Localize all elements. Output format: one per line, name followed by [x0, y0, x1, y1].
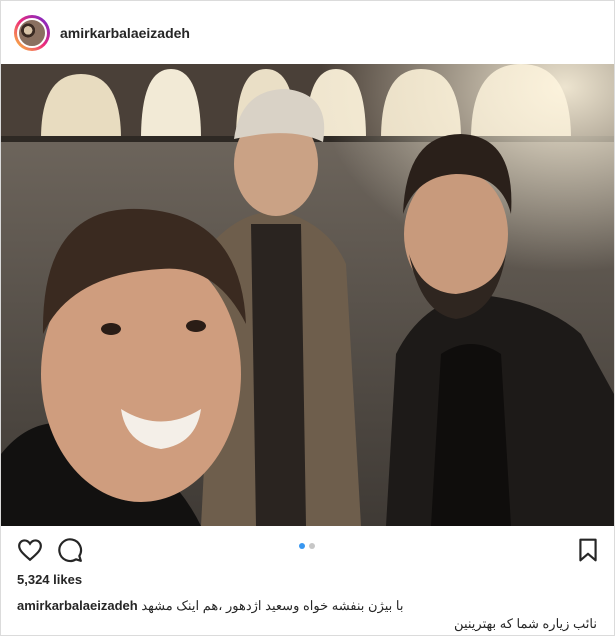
post-header: amirkarbalaeizadeh [1, 1, 614, 64]
post-username[interactable]: amirkarbalaeizadeh [60, 25, 190, 41]
carousel-dot [309, 543, 315, 549]
carousel-dot-active [299, 543, 305, 549]
likes-count[interactable]: 5,324 likes [17, 572, 82, 587]
heart-outline-icon[interactable] [17, 537, 43, 563]
caption-username[interactable]: amirkarbalaeizadeh [17, 598, 138, 613]
avatar[interactable] [14, 14, 50, 51]
bookmark-outline-icon[interactable] [575, 537, 601, 563]
selfie-photo-illustration [1, 64, 614, 526]
caption-text-line2: نائب زیاره شما که بهترینین [454, 616, 597, 631]
instagram-post: amirkarbalaeizadeh 5,324 likes amirkarba… [0, 0, 615, 636]
post-caption: amirkarbalaeizadeh با بیژن بنفشه خواه وس… [17, 597, 597, 633]
comment-bubble-icon[interactable] [57, 537, 83, 563]
post-actions-bar [1, 529, 614, 569]
post-photo[interactable] [1, 64, 614, 526]
caption-text-line1: با بیژن بنفشه خواه وسعید اژدهور ،هم اینک… [141, 598, 404, 613]
carousel-indicator [299, 543, 315, 549]
profile-avatar-image [17, 17, 47, 48]
